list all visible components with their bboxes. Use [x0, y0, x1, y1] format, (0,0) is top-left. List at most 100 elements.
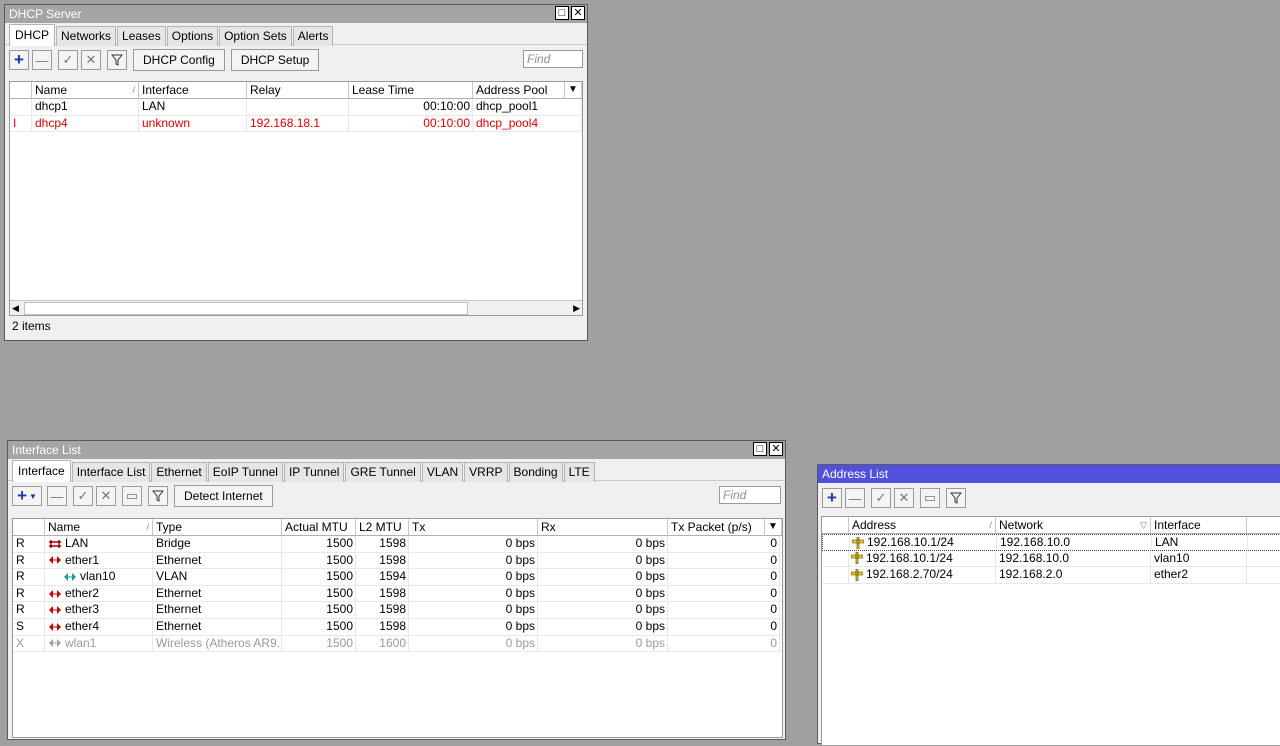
disable-icon[interactable]: ✕	[894, 488, 914, 508]
column-header-type[interactable]: Type	[153, 519, 282, 535]
tab-vlan[interactable]: VLAN	[421, 462, 464, 482]
tab-eoip-tunnel[interactable]: EoIP Tunnel	[207, 462, 283, 482]
tab-ethernet[interactable]: Ethernet	[151, 462, 207, 482]
flag-column-header	[822, 517, 849, 533]
column-header-name[interactable]: Name /	[45, 519, 153, 535]
ethernet-icon	[49, 622, 61, 631]
row-l2-mtu: 1598	[356, 618, 409, 635]
add-icon[interactable]: +	[822, 488, 842, 508]
scroll-left-icon[interactable]: ◀	[12, 301, 19, 315]
close-icon[interactable]: ✕	[769, 442, 783, 456]
enable-icon[interactable]: ✓	[73, 486, 93, 506]
enable-icon[interactable]: ✓	[871, 488, 891, 508]
remove-icon[interactable]: —	[47, 486, 67, 506]
filter-icon[interactable]	[107, 50, 127, 70]
column-header-actual-mtu[interactable]: Actual MTU	[282, 519, 356, 535]
tab-networks[interactable]: Networks	[56, 26, 117, 46]
remove-icon[interactable]: —	[32, 50, 52, 70]
column-header-network[interactable]: Network ▽	[996, 517, 1151, 533]
row-flag: R	[13, 552, 45, 569]
remove-icon[interactable]: —	[845, 488, 865, 508]
table-row[interactable]: R vlan10 VLAN 1500 1594 0 bps 0 bps 0	[13, 569, 782, 586]
row-relay	[247, 99, 349, 115]
scroll-thumb[interactable]	[24, 302, 468, 315]
scroll-right-icon[interactable]: ▶	[573, 301, 580, 315]
column-header-relay[interactable]: Relay	[247, 82, 349, 98]
horizontal-scrollbar[interactable]: ◀ ▶	[10, 300, 582, 315]
row-tx: 0 bps	[409, 635, 538, 652]
column-header-name[interactable]: Name /	[32, 82, 139, 98]
row-address-pool: dhcp_pool1	[473, 99, 582, 115]
column-header-interface[interactable]: Interface	[139, 82, 247, 98]
table-row[interactable]: S ether4 Ethernet 1500 1598 0 bps 0 bps …	[13, 618, 782, 636]
column-header-tx-packet[interactable]: Tx Packet (p/s)	[668, 519, 765, 535]
wireless-icon	[49, 639, 61, 648]
add-icon[interactable]: +	[9, 50, 29, 70]
maximize-icon[interactable]: □	[555, 6, 569, 20]
dhcp-title-bar[interactable]: DHCP Server □ ✕	[5, 5, 587, 23]
comment-icon[interactable]: ▭	[122, 486, 142, 506]
column-header-rx[interactable]: Rx	[538, 519, 668, 535]
table-row[interactable]: 192.168.10.1/24 192.168.10.0 vlan10	[822, 550, 1280, 568]
tab-dhcp[interactable]: DHCP	[9, 24, 56, 46]
find-input[interactable]: Find	[523, 50, 583, 68]
column-header-address[interactable]: Address /	[849, 517, 996, 533]
table-row[interactable]: 192.168.10.1/24 192.168.10.0 LAN	[822, 534, 1280, 551]
column-header-lease-time[interactable]: Lease Time	[349, 82, 473, 98]
close-icon[interactable]: ✕	[571, 6, 585, 20]
tab-options[interactable]: Options	[166, 26, 219, 46]
tab-leases[interactable]: Leases	[117, 26, 166, 46]
row-name: ether2	[45, 585, 153, 602]
tab-vrrp[interactable]: VRRP	[464, 462, 508, 482]
tab-interface[interactable]: Interface	[12, 460, 71, 482]
row-address: 192.168.10.1/24	[849, 550, 996, 567]
row-actual-mtu: 1500	[282, 552, 356, 569]
row-tx-packet: 0	[668, 618, 780, 635]
column-header-l2-mtu[interactable]: L2 MTU	[356, 519, 409, 535]
flag-column-header	[13, 519, 45, 535]
find-input[interactable]: Find	[719, 486, 781, 504]
column-menu-icon[interactable]: ▼	[565, 82, 582, 98]
table-row[interactable]: R ether2 Ethernet 1500 1598 0 bps 0 bps …	[13, 585, 782, 603]
filter-icon[interactable]	[946, 488, 966, 508]
dhcp-setup-button[interactable]: DHCP Setup	[230, 49, 320, 71]
interface-toolbar: + ▼ — ✓ ✕ ▭ Detect Internet Find	[8, 481, 785, 511]
address-title-bar[interactable]: Address List	[818, 465, 1280, 483]
row-network: 192.168.10.0	[996, 550, 1151, 567]
comment-icon[interactable]: ▭	[920, 488, 940, 508]
disable-icon[interactable]: ✕	[81, 50, 101, 70]
row-tx-packet: 0	[668, 602, 780, 618]
table-header: Name / Type Actual MTU L2 MTU Tx Rx Tx Pa…	[13, 519, 782, 536]
tab-bonding[interactable]: Bonding	[508, 462, 563, 482]
add-dropdown-icon[interactable]: + ▼	[12, 486, 42, 506]
tab-gre-tunnel[interactable]: GRE Tunnel	[345, 462, 421, 482]
row-name: dhcp4	[32, 115, 139, 132]
column-header-address-pool[interactable]: Address Pool	[473, 82, 565, 98]
table-row[interactable]: R ether1 Ethernet 1500 1598 0 bps 0 bps …	[13, 552, 782, 570]
table-row[interactable]: I dhcp4 unknown 192.168.18.1 00:10:00 dh…	[10, 115, 582, 133]
row-address: 192.168.2.70/24	[849, 567, 996, 583]
tab-option-sets[interactable]: Option Sets	[219, 26, 292, 46]
dhcp-config-button[interactable]: DHCP Config	[133, 49, 225, 71]
table-row[interactable]: dhcp1 LAN 00:10:00 dhcp_pool1	[10, 99, 582, 116]
table-row[interactable]: R LAN Bridge 1500 1598 0 bps 0 bps 0	[13, 536, 782, 553]
enable-icon[interactable]: ✓	[58, 50, 78, 70]
tab-ip-tunnel[interactable]: IP Tunnel	[283, 462, 345, 482]
maximize-icon[interactable]: □	[753, 442, 767, 456]
column-header-tx[interactable]: Tx	[409, 519, 538, 535]
table-row[interactable]: 192.168.2.70/24 192.168.2.0 ether2	[822, 567, 1280, 584]
detect-internet-button[interactable]: Detect Internet	[174, 485, 273, 507]
tab-alerts[interactable]: Alerts	[292, 26, 334, 46]
table-row[interactable]: R ether3 Ethernet 1500 1598 0 bps 0 bps …	[13, 602, 782, 619]
column-header-interface[interactable]: Interface	[1151, 517, 1247, 533]
column-menu-icon[interactable]: ▼	[765, 519, 782, 535]
tab-lte[interactable]: LTE	[563, 462, 595, 482]
interface-title-bar[interactable]: Interface List □ ✕	[8, 441, 785, 459]
table-row[interactable]: X wlan1 Wireless (Atheros AR9... 1500 16…	[13, 635, 782, 653]
address-list-window: Address List + — ✓ ✕ ▭ Address / Network ▽…	[817, 464, 1280, 746]
disable-icon[interactable]: ✕	[96, 486, 116, 506]
row-network: 192.168.2.0	[996, 567, 1151, 583]
filter-icon[interactable]	[148, 486, 168, 506]
tab-interface-list[interactable]: Interface List	[71, 462, 151, 482]
table-header: Address / Network ▽ Interface	[822, 517, 1280, 534]
